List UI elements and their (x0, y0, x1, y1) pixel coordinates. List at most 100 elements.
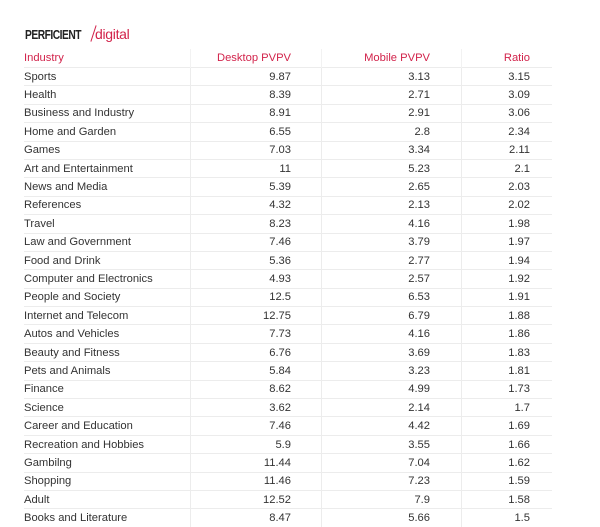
ratio-cell: 1.59 (461, 471, 552, 491)
industry-cell: Science (24, 398, 191, 417)
table-row: References 4.32 2.13 2.02 (24, 195, 552, 215)
ratio-cell: 1.88 (461, 306, 552, 325)
industry-cell: News and Media (24, 177, 191, 197)
desktop-pvpv-cell: 8.47 (190, 508, 322, 527)
mobile-pvpv-cell: 3.79 (321, 232, 462, 252)
industry-cell: Computer and Electronics (24, 269, 191, 289)
table-row: Autos and Vehicles 7.73 4.16 1.86 (24, 324, 552, 344)
ratio-cell: 1.7 (461, 398, 552, 417)
ratio-cell: 1.5 (461, 508, 552, 527)
table-row: Career and Education 7.46 4.42 1.69 (24, 416, 552, 436)
ratio-cell: 2.02 (461, 195, 552, 215)
industry-cell: Food and Drink (24, 250, 191, 270)
mobile-pvpv-cell: 3.69 (321, 342, 462, 362)
ratio-cell: 1.62 (461, 453, 552, 473)
table-row: Shopping 11.46 7.23 1.59 (24, 471, 552, 491)
industry-cell: Pets and Animals (24, 361, 191, 381)
mobile-pvpv-cell: 3.13 (321, 66, 462, 86)
column-header-ratio: Ratio (461, 49, 552, 68)
ratio-cell: 3.09 (461, 85, 552, 105)
table-header-row: Industry Desktop PVPV Mobile PVPV Ratio (24, 49, 552, 68)
table-row: Art and Entertainment 11 5.23 2.1 (24, 158, 552, 178)
desktop-pvpv-cell: 11.46 (190, 471, 322, 491)
mobile-pvpv-cell: 2.65 (321, 177, 462, 197)
industry-cell: Travel (24, 214, 191, 234)
table-row: Travel 8.23 4.16 1.98 (24, 214, 552, 234)
ratio-cell: 1.73 (461, 379, 552, 399)
mobile-pvpv-cell: 2.71 (321, 85, 462, 105)
table-row: Computer and Electronics 4.93 2.57 1.92 (24, 269, 552, 289)
table-row: Food and Drink 5.36 2.77 1.94 (24, 250, 552, 270)
desktop-pvpv-cell: 5.36 (190, 250, 322, 270)
desktop-pvpv-cell: 12.52 (190, 489, 322, 509)
desktop-pvpv-cell: 4.93 (190, 269, 322, 289)
industry-cell: Shopping (24, 471, 191, 491)
table-row: Pets and Animals 5.84 3.23 1.81 (24, 361, 552, 381)
desktop-pvpv-cell: 8.39 (190, 85, 322, 105)
table-row: Business and Industry 8.91 2.91 3.06 (24, 103, 552, 123)
ratio-cell: 2.11 (461, 140, 552, 160)
table-row: Sports 9.87 3.13 3.15 (24, 66, 552, 86)
table-row: Books and Literature 8.47 5.66 1.5 (24, 508, 552, 527)
table-row: Internet and Telecom 12.75 6.79 1.88 (24, 306, 552, 325)
ratio-cell: 3.06 (461, 103, 552, 123)
desktop-pvpv-cell: 5.9 (190, 434, 322, 454)
industry-cell: Beauty and Fitness (24, 342, 191, 362)
logo-text-accent: digital (95, 26, 130, 42)
mobile-pvpv-cell: 2.77 (321, 250, 462, 270)
mobile-pvpv-cell: 5.66 (321, 508, 462, 527)
industry-cell: Law and Government (24, 232, 191, 252)
table-row: People and Society 12.5 6.53 1.91 (24, 287, 552, 307)
desktop-pvpv-cell: 8.62 (190, 379, 322, 399)
table-row: Gambilng 11.44 7.04 1.62 (24, 453, 552, 473)
desktop-pvpv-cell: 6.55 (190, 122, 322, 142)
industry-cell: Finance (24, 379, 191, 399)
industry-cell: Career and Education (24, 416, 191, 436)
desktop-pvpv-cell: 7.03 (190, 140, 322, 160)
desktop-pvpv-cell: 7.73 (190, 324, 322, 344)
table-row: Law and Government 7.46 3.79 1.97 (24, 232, 552, 252)
ratio-cell: 2.34 (461, 122, 552, 142)
table-row: Games 7.03 3.34 2.11 (24, 140, 552, 160)
industry-cell: Internet and Telecom (24, 306, 191, 325)
table-body: Sports 9.87 3.13 3.15 Health 8.39 2.71 3.09 Busi… (24, 66, 552, 527)
industry-cell: Sports (24, 66, 191, 86)
desktop-pvpv-cell: 6.76 (190, 342, 322, 362)
table-row: Finance 8.62 4.99 1.73 (24, 379, 552, 399)
mobile-pvpv-cell: 6.53 (321, 287, 462, 307)
ratio-cell: 1.91 (461, 287, 552, 307)
mobile-pvpv-cell: 4.42 (321, 416, 462, 436)
ratio-cell: 1.86 (461, 324, 552, 344)
ratio-cell: 1.94 (461, 250, 552, 270)
industry-cell: Health (24, 85, 191, 105)
mobile-pvpv-cell: 7.04 (321, 453, 462, 473)
ratio-cell: 1.97 (461, 232, 552, 252)
mobile-pvpv-cell: 5.23 (321, 158, 462, 178)
ratio-cell: 1.69 (461, 416, 552, 436)
ratio-cell: 2.1 (461, 158, 552, 178)
mobile-pvpv-cell: 2.8 (321, 122, 462, 142)
ratio-cell: 1.92 (461, 269, 552, 289)
perficient-digital-logo: PERFICIENT digital (25, 22, 130, 42)
industry-cell: Games (24, 140, 191, 160)
desktop-pvpv-cell: 7.46 (190, 416, 322, 436)
ratio-cell: 2.03 (461, 177, 552, 197)
industry-cell: Business and Industry (24, 103, 191, 123)
desktop-pvpv-cell: 5.84 (190, 361, 322, 381)
industry-cell: Adult (24, 489, 191, 509)
industry-cell: Autos and Vehicles (24, 324, 191, 344)
mobile-pvpv-cell: 4.99 (321, 379, 462, 399)
mobile-pvpv-cell: 3.23 (321, 361, 462, 381)
ratio-cell: 1.66 (461, 434, 552, 454)
desktop-pvpv-cell: 12.5 (190, 287, 322, 307)
ratio-cell: 3.15 (461, 66, 552, 86)
desktop-pvpv-cell: 8.91 (190, 103, 322, 123)
table-row: News and Media 5.39 2.65 2.03 (24, 177, 552, 197)
desktop-pvpv-cell: 12.75 (190, 306, 322, 325)
mobile-pvpv-cell: 2.14 (321, 398, 462, 417)
mobile-pvpv-cell: 3.34 (321, 140, 462, 160)
industry-cell: References (24, 195, 191, 215)
mobile-pvpv-cell: 7.9 (321, 489, 462, 509)
mobile-pvpv-cell: 2.91 (321, 103, 462, 123)
table-row: Recreation and Hobbies 5.9 3.55 1.66 (24, 434, 552, 454)
